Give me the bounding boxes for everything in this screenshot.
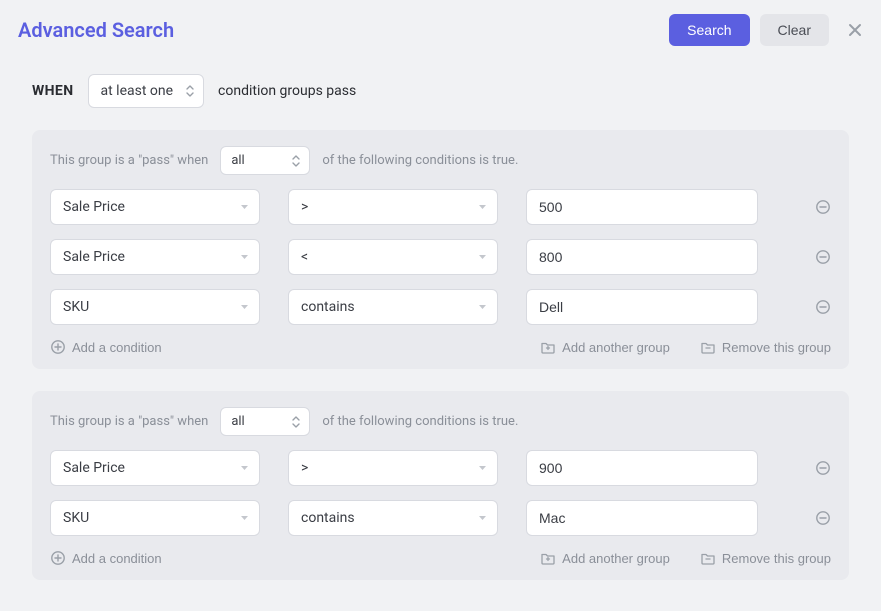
value-input[interactable] (526, 239, 758, 275)
conditions-list: Sale Price > Sale Price < (50, 189, 831, 325)
operator-select[interactable]: > (288, 450, 498, 486)
group-prefix: This group is a "pass" when (50, 153, 208, 168)
when-label: WHEN (32, 83, 74, 99)
group-suffix: of the following conditions is true. (322, 153, 518, 168)
group-mode-select[interactable]: all (220, 146, 310, 175)
group-prefix: This group is a "pass" when (50, 414, 208, 429)
operator-value: > (301, 199, 308, 215)
triangle-down-icon (240, 204, 249, 210)
when-row: WHEN at least one condition groups pass (32, 74, 849, 108)
value-input[interactable] (526, 500, 758, 536)
group-mode-value: all (231, 153, 244, 168)
value-input[interactable] (526, 189, 758, 225)
field-value: Sale Price (63, 460, 125, 476)
group-mode-select[interactable]: all (220, 407, 310, 436)
group-header: This group is a "pass" when all of the f… (50, 407, 831, 436)
remove-group-button[interactable]: Remove this group (700, 550, 831, 566)
page-title: Advanced Search (18, 18, 659, 42)
header: Advanced Search Search Clear (0, 0, 881, 56)
remove-group-button[interactable]: Remove this group (700, 339, 831, 355)
body: WHEN at least one condition groups pass … (0, 56, 881, 580)
add-condition-label: Add a condition (72, 340, 162, 355)
close-button[interactable] (847, 22, 863, 38)
plus-circle-icon (50, 550, 66, 566)
minus-circle-icon (815, 199, 831, 215)
field-select[interactable]: Sale Price (50, 189, 260, 225)
when-suffix: condition groups pass (218, 83, 356, 99)
add-condition-label: Add a condition (72, 551, 162, 566)
add-group-button[interactable]: Add another group (540, 550, 670, 566)
chevrons-up-down-icon (291, 154, 301, 168)
triangle-down-icon (478, 465, 487, 471)
triangle-down-icon (478, 515, 487, 521)
chevrons-up-down-icon (185, 84, 195, 98)
triangle-down-icon (240, 465, 249, 471)
operator-value: > (301, 460, 308, 476)
operator-select[interactable]: contains (288, 500, 498, 536)
operator-select[interactable]: < (288, 239, 498, 275)
add-condition-button[interactable]: Add a condition (50, 550, 162, 566)
add-group-button[interactable]: Add another group (540, 339, 670, 355)
add-group-label: Add another group (562, 551, 670, 566)
operator-value: < (301, 249, 308, 265)
folder-plus-icon (540, 550, 556, 566)
when-mode-select[interactable]: at least one (88, 74, 205, 108)
remove-condition-button[interactable] (815, 460, 831, 476)
clear-button[interactable]: Clear (760, 14, 829, 46)
group-mode-value: all (231, 414, 244, 429)
field-value: SKU (63, 299, 89, 315)
condition-row: Sale Price > (50, 189, 831, 225)
condition-row: Sale Price < (50, 239, 831, 275)
field-value: SKU (63, 510, 89, 526)
add-group-label: Add another group (562, 340, 670, 355)
value-input[interactable] (526, 289, 758, 325)
search-button[interactable]: Search (669, 14, 749, 46)
remove-condition-button[interactable] (815, 299, 831, 315)
group-header: This group is a "pass" when all of the f… (50, 146, 831, 175)
folder-minus-icon (700, 339, 716, 355)
condition-row: SKU contains (50, 500, 831, 536)
remove-condition-button[interactable] (815, 510, 831, 526)
condition-row: Sale Price > (50, 450, 831, 486)
chevrons-up-down-icon (291, 415, 301, 429)
condition-group: This group is a "pass" when all of the f… (32, 391, 849, 580)
minus-circle-icon (815, 510, 831, 526)
group-footer: Add a condition Add another group Remove… (50, 339, 831, 355)
folder-plus-icon (540, 339, 556, 355)
operator-value: contains (301, 299, 355, 315)
field-select[interactable]: SKU (50, 289, 260, 325)
minus-circle-icon (815, 299, 831, 315)
remove-group-label: Remove this group (722, 551, 831, 566)
triangle-down-icon (240, 254, 249, 260)
condition-row: SKU contains (50, 289, 831, 325)
triangle-down-icon (478, 304, 487, 310)
operator-value: contains (301, 510, 355, 526)
minus-circle-icon (815, 460, 831, 476)
field-select[interactable]: SKU (50, 500, 260, 536)
field-select[interactable]: Sale Price (50, 239, 260, 275)
when-mode-value: at least one (101, 83, 174, 99)
operator-select[interactable]: contains (288, 289, 498, 325)
add-condition-button[interactable]: Add a condition (50, 339, 162, 355)
remove-condition-button[interactable] (815, 199, 831, 215)
remove-condition-button[interactable] (815, 249, 831, 265)
plus-circle-icon (50, 339, 66, 355)
group-footer: Add a condition Add another group Remove… (50, 550, 831, 566)
group-suffix: of the following conditions is true. (322, 414, 518, 429)
field-select[interactable]: Sale Price (50, 450, 260, 486)
close-icon (847, 22, 863, 38)
triangle-down-icon (240, 304, 249, 310)
remove-group-label: Remove this group (722, 340, 831, 355)
minus-circle-icon (815, 249, 831, 265)
field-value: Sale Price (63, 249, 125, 265)
triangle-down-icon (478, 204, 487, 210)
conditions-list: Sale Price > SKU contains (50, 450, 831, 536)
triangle-down-icon (478, 254, 487, 260)
triangle-down-icon (240, 515, 249, 521)
condition-group: This group is a "pass" when all of the f… (32, 130, 849, 369)
folder-minus-icon (700, 550, 716, 566)
field-value: Sale Price (63, 199, 125, 215)
value-input[interactable] (526, 450, 758, 486)
operator-select[interactable]: > (288, 189, 498, 225)
